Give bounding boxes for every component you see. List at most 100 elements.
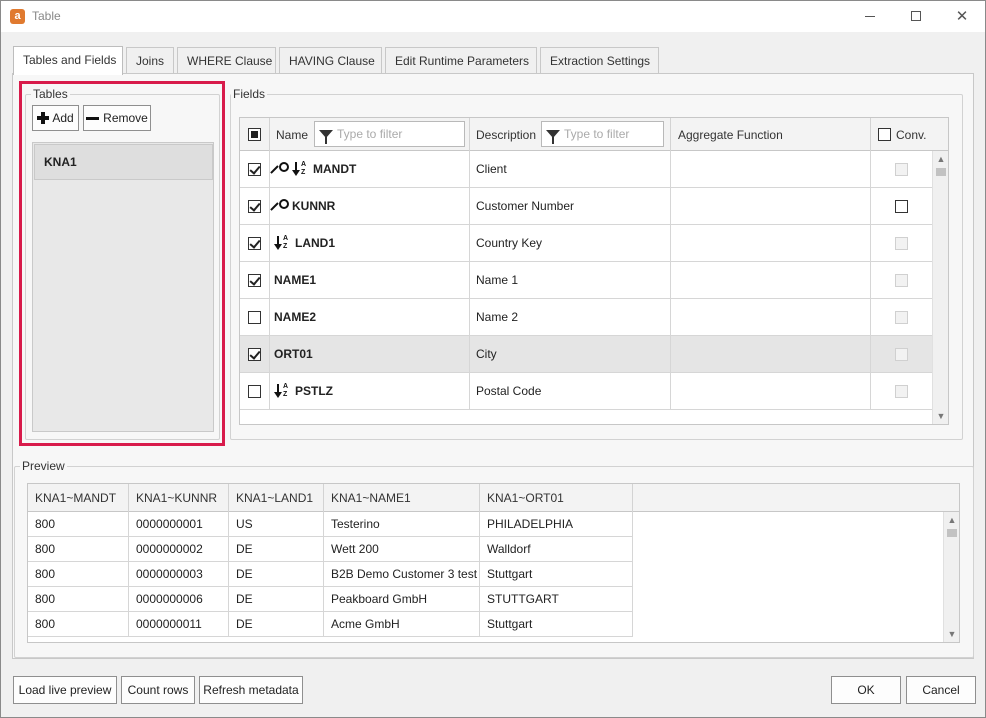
conv-checkbox[interactable] — [895, 199, 908, 213]
field-select-cell — [240, 225, 270, 261]
conv-all-checkbox[interactable] — [878, 128, 891, 141]
filter-icon — [546, 130, 560, 144]
close-icon: ✕ — [955, 7, 969, 25]
scroll-thumb[interactable] — [947, 529, 957, 537]
preview-cell: Testerino — [324, 512, 480, 536]
field-select-cell — [240, 373, 270, 409]
select-all-cell — [240, 118, 270, 151]
load-live-preview-button[interactable]: Load live preview — [13, 676, 117, 704]
field-description: Name 2 — [470, 299, 671, 335]
field-row[interactable]: NAME2 Name 2 — [240, 299, 932, 336]
tab-edit-runtime-parameters[interactable]: Edit Runtime Parameters — [385, 47, 537, 74]
field-description: City — [470, 336, 671, 372]
field-name-cell: A Z LAND1 — [270, 225, 470, 261]
cancel-button[interactable]: Cancel — [906, 676, 976, 704]
minimize-button[interactable] — [847, 1, 893, 31]
title-bar: a Table ✕ — [1, 1, 985, 32]
field-name-cell: NAME2 — [270, 299, 470, 335]
preview-scrollbar[interactable]: ▲ ▼ — [943, 512, 959, 642]
preview-cell: 0000000006 — [129, 587, 229, 611]
field-description: Client — [470, 151, 671, 187]
field-row[interactable]: A Z PSTLZ Postal Code — [240, 373, 932, 410]
aggregate-function-cell[interactable] — [671, 373, 871, 409]
select-all-checkbox[interactable] — [248, 128, 261, 141]
field-row[interactable]: A Z MANDT Client — [240, 151, 932, 188]
scroll-thumb[interactable] — [936, 168, 946, 176]
scroll-up-icon[interactable]: ▲ — [944, 512, 959, 528]
name-filter-placeholder: Type to filter — [337, 127, 403, 141]
preview-row[interactable]: 800 0000000006 DE Peakboard GmbH STUTTGART — [28, 587, 633, 612]
field-name: NAME2 — [274, 310, 317, 324]
field-select-checkbox[interactable] — [248, 236, 261, 250]
sort-ascending-icon: AZ — [274, 235, 292, 251]
maximize-button[interactable] — [893, 1, 939, 31]
preview-row[interactable]: 800 0000000002 DE Wett 200 Walldorf — [28, 537, 633, 562]
preview-row[interactable]: 800 0000000003 DE B2B Demo Customer 3 test S… — [28, 562, 633, 587]
preview-cell: DE — [229, 612, 324, 636]
field-select-checkbox[interactable] — [248, 384, 261, 398]
field-name: PSTLZ — [295, 384, 333, 398]
aggregate-function-cell[interactable] — [671, 225, 871, 261]
aggregate-function-cell[interactable] — [671, 262, 871, 298]
tab-tables-and-fields[interactable]: Tables and Fields — [13, 46, 123, 75]
sort-ascending-icon: AZ — [274, 383, 292, 399]
field-select-cell — [240, 336, 270, 372]
tab-having-clause[interactable]: HAVING Clause — [279, 47, 382, 74]
field-row[interactable]: A Z LAND1 Country Key — [240, 225, 932, 262]
field-select-checkbox[interactable] — [248, 347, 261, 361]
aggregate-function-cell[interactable] — [671, 336, 871, 372]
ok-button[interactable]: OK — [831, 676, 901, 704]
field-row[interactable]: ORT01 City — [240, 336, 932, 373]
preview-cell: 800 — [28, 612, 129, 636]
description-filter-input[interactable]: Type to filter — [541, 121, 664, 147]
preview-cell: 800 — [28, 587, 129, 611]
field-name: MANDT — [313, 162, 357, 176]
name-column-header: Name Type to filter — [270, 118, 470, 151]
conv-cell — [871, 225, 932, 261]
preview-cell: PHILADELPHIA — [480, 512, 633, 536]
field-name-cell: NAME1 — [270, 262, 470, 298]
preview-cell: Acme GmbH — [324, 612, 480, 636]
field-select-cell — [240, 151, 270, 187]
aggregate-function-cell[interactable] — [671, 151, 871, 187]
preview-cell: 800 — [28, 537, 129, 561]
field-select-checkbox[interactable] — [248, 199, 261, 213]
field-select-checkbox[interactable] — [248, 310, 261, 324]
aggregate-column-header: Aggregate Function — [671, 118, 871, 151]
aggregate-function-cell[interactable] — [671, 188, 871, 224]
minimize-icon — [865, 15, 875, 17]
scroll-down-icon[interactable]: ▼ — [933, 408, 948, 424]
conv-checkbox — [895, 236, 908, 250]
field-select-checkbox[interactable] — [248, 273, 261, 287]
preview-cell: 800 — [28, 512, 129, 536]
refresh-metadata-button[interactable]: Refresh metadata — [199, 676, 303, 704]
conv-cell — [871, 373, 932, 409]
tab-joins[interactable]: Joins — [126, 47, 174, 74]
count-rows-button[interactable]: Count rows — [121, 676, 195, 704]
field-description: Customer Number — [470, 188, 671, 224]
maximize-icon — [911, 11, 921, 21]
scroll-down-icon[interactable]: ▼ — [944, 626, 959, 642]
preview-column-header: KNA1~MANDT — [28, 484, 129, 512]
field-row[interactable]: KUNNR Customer Number — [240, 188, 932, 225]
preview-row[interactable]: 800 0000000011 DE Acme GmbH Stuttgart — [28, 612, 633, 637]
field-name: NAME1 — [274, 273, 317, 287]
scroll-up-icon[interactable]: ▲ — [933, 151, 948, 167]
aggregate-function-cell[interactable] — [671, 299, 871, 335]
description-column-header: Description Type to filter — [470, 118, 671, 151]
field-row[interactable]: NAME1 Name 1 — [240, 262, 932, 299]
tab-where-clause[interactable]: WHERE Clause — [177, 47, 276, 74]
key-icon — [274, 161, 290, 177]
fields-scrollbar[interactable]: ▲ ▼ — [932, 151, 948, 424]
preview-row[interactable]: 800 0000000001 US Testerino PHILADELPHIA — [28, 512, 633, 537]
name-filter-input[interactable]: Type to filter — [314, 121, 465, 147]
tab-extraction-settings[interactable]: Extraction Settings — [540, 47, 659, 74]
field-select-cell — [240, 188, 270, 224]
close-button[interactable]: ✕ — [939, 1, 985, 31]
field-select-checkbox[interactable] — [248, 162, 261, 176]
preview-cell: DE — [229, 562, 324, 586]
preview-cell: DE — [229, 587, 324, 611]
field-name-cell: ORT01 — [270, 336, 470, 372]
preview-cell: US — [229, 512, 324, 536]
field-name: KUNNR — [292, 199, 336, 213]
